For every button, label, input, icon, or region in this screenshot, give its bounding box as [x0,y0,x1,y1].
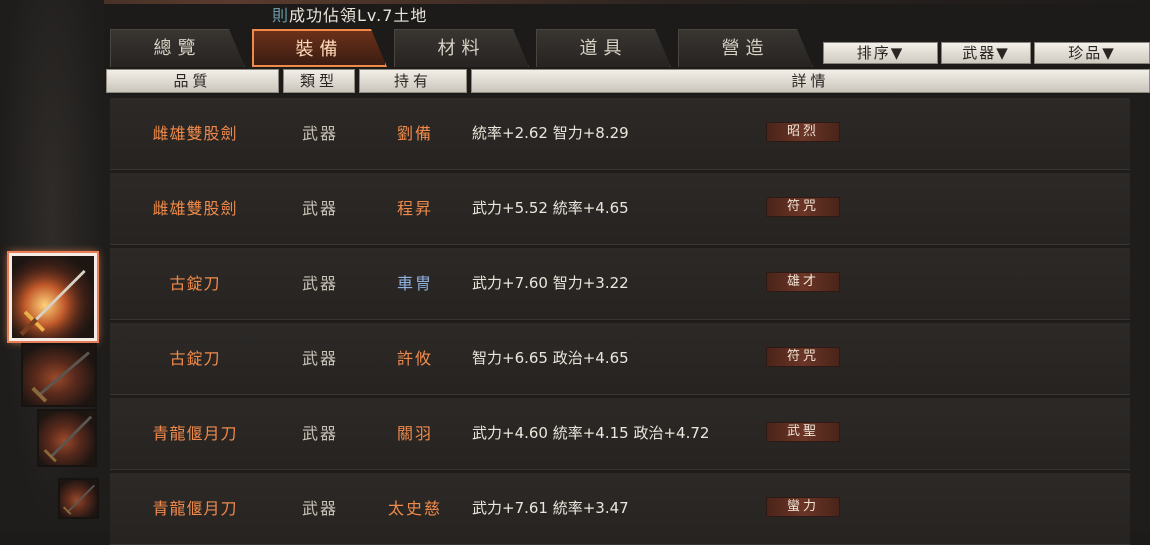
item-type: 武器 [301,499,338,518]
item-type: 武器 [301,349,338,368]
item-owner: 許攸 [396,349,433,368]
sort-dropdown[interactable]: 排序▼ [823,42,938,64]
item-name: 古錠刀 [169,349,221,368]
item-stats: 武力+4.60 統率+4.15 政治+4.72 [472,424,710,442]
skill-badge: 蠻力 [766,497,840,517]
item-type: 武器 [301,274,338,293]
item-stats: 武力+5.52 統率+4.65 [472,199,629,217]
item-name: 青龍偃月刀 [152,424,238,443]
top-border [0,0,1150,4]
table-row[interactable]: 青龍偃月刀 武器 太史慈 武力+7.61 統率+3.47 蠻力 [110,473,1130,545]
rarity-filter-dropdown[interactable]: 珍品▼ [1034,42,1150,64]
item-stats: 武力+7.61 統率+3.47 [472,499,629,517]
weapon-thumbnail[interactable] [21,343,97,407]
item-owner: 車冑 [396,274,433,293]
skill-badge: 雄才 [766,272,840,292]
item-owner: 太史慈 [387,499,442,518]
column-header-owner[interactable]: 持有 [359,69,467,93]
notice-text: 成功佔領Lv.7土地 [289,6,428,25]
item-owner: 劉備 [396,124,433,143]
column-header-quality[interactable]: 品質 [106,69,279,93]
weapon-thumbnail[interactable] [37,409,97,467]
table-row[interactable]: 古錠刀 武器 車冑 武力+7.60 智力+3.22 雄才 [110,248,1130,320]
skill-badge: 昭烈 [766,122,840,142]
item-name: 雌雄雙股劍 [152,124,238,143]
tab-construction[interactable]: 營造 [678,29,813,67]
tab-materials[interactable]: 材料 [394,29,529,67]
item-stats: 智力+6.65 政治+4.65 [472,349,629,367]
item-type: 武器 [301,124,338,143]
table-row[interactable]: 雌雄雙股劍 武器 劉備 統率+2.62 智力+8.29 昭烈 [110,98,1130,170]
item-owner: 程昇 [396,199,433,218]
table-row[interactable]: 雌雄雙股劍 武器 程昇 武力+5.52 統率+4.65 符咒 [110,173,1130,245]
column-header-details[interactable]: 詳情 [471,69,1150,93]
skill-badge: 符咒 [766,197,840,217]
item-owner: 關羽 [396,424,433,443]
item-name: 雌雄雙股劍 [152,199,238,218]
skill-badge: 武聖 [766,422,840,442]
item-name: 古錠刀 [169,274,221,293]
sword-icon [31,351,90,403]
weapon-filter-dropdown[interactable]: 武器▼ [941,42,1031,64]
column-header-type[interactable]: 類型 [283,69,355,93]
table-row[interactable]: 古錠刀 武器 許攸 智力+6.65 政治+4.65 符咒 [110,323,1130,395]
item-type: 武器 [301,424,338,443]
item-type: 武器 [301,199,338,218]
item-name: 青龍偃月刀 [152,499,238,518]
sword-icon [12,256,94,338]
tab-equipment[interactable]: 裝備 [252,29,387,67]
tab-items[interactable]: 道具 [536,29,671,67]
skill-badge: 符咒 [766,347,840,367]
tab-overview[interactable]: 總覽 [110,29,245,67]
sword-icon [62,484,95,515]
item-stats: 武力+7.60 智力+3.22 [472,274,629,292]
notice-prefix: 則 [272,6,290,25]
weapon-thumbnail[interactable] [58,478,99,519]
system-notice: 則成功佔領Lv.7土地 [272,2,427,26]
table-row[interactable]: 青龍偃月刀 武器 關羽 武力+4.60 統率+4.15 政治+4.72 武聖 [110,398,1130,470]
sword-icon [43,415,93,463]
item-stats: 統率+2.62 智力+8.29 [472,124,629,142]
weapon-thumbnail-selected[interactable] [9,253,97,341]
